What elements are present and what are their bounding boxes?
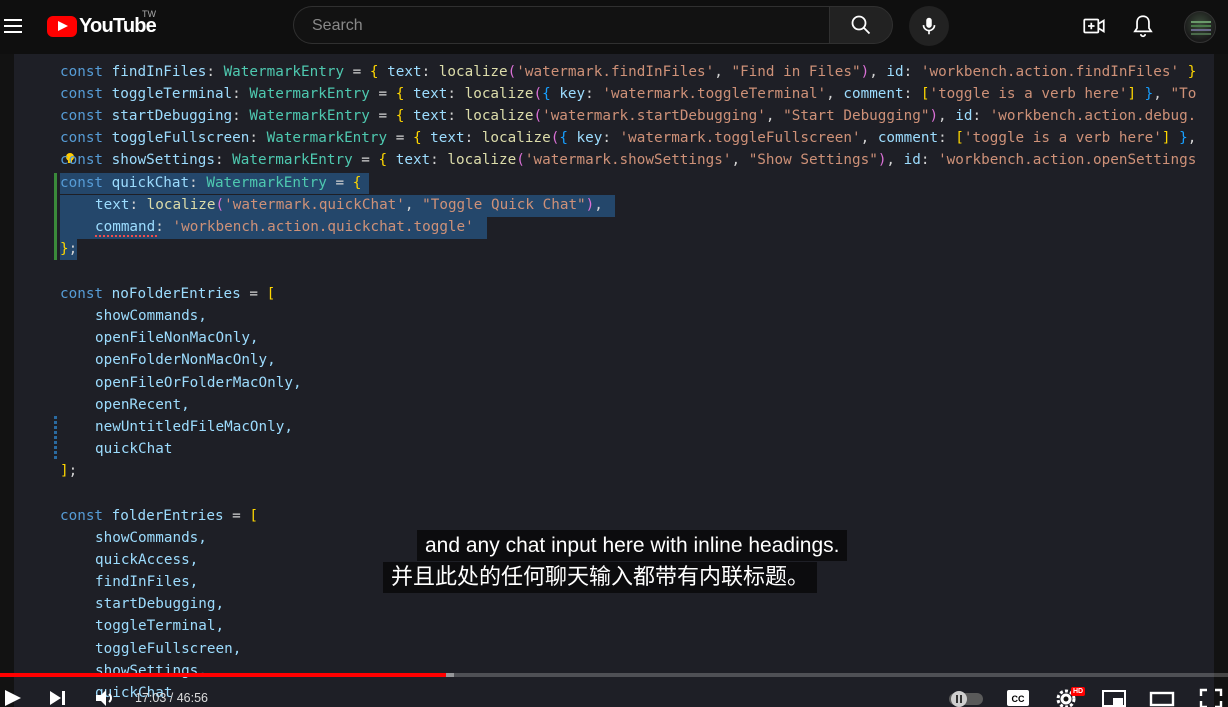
- logo-region-code: TW: [142, 9, 156, 19]
- current-time: 17:03: [135, 691, 167, 705]
- code-line: const quickChat: WatermarkEntry = {: [60, 175, 362, 191]
- play-icon[interactable]: [2, 686, 24, 707]
- caption-english: and any chat input here with inline head…: [417, 530, 848, 561]
- theater-mode-icon[interactable]: [1149, 686, 1175, 707]
- code-line: const toggleTerminal: WatermarkEntry = {…: [60, 86, 1197, 102]
- code-line: openRecent,: [95, 397, 190, 413]
- code-line: quickChat: [95, 441, 173, 457]
- code-line: openFileNonMacOnly,: [95, 330, 259, 346]
- youtube-logo[interactable]: YouTube: [47, 13, 157, 39]
- create-button[interactable]: [1081, 13, 1107, 39]
- code-line: toggleFullscreen,: [95, 641, 242, 657]
- next-icon[interactable]: [48, 686, 68, 707]
- voice-search-button[interactable]: [909, 6, 949, 46]
- search-icon: [851, 15, 871, 35]
- notifications-button[interactable]: [1130, 13, 1156, 39]
- code-line: quickAccess,: [95, 552, 199, 568]
- code-line: showSettings,: [95, 663, 207, 679]
- code-line: };: [60, 241, 78, 257]
- progress-bar[interactable]: [0, 673, 1228, 677]
- search-input[interactable]: [310, 16, 814, 36]
- time-display: 17:03 / 46:56: [135, 691, 208, 705]
- code-line: const showSettings: WatermarkEntry = { t…: [60, 152, 1197, 168]
- avatar[interactable]: [1184, 11, 1216, 43]
- code-line: startDebugging,: [95, 596, 225, 612]
- code-line: openFolderNonMacOnly,: [95, 352, 276, 368]
- autoplay-toggle[interactable]: [948, 686, 984, 707]
- subtitles-icon[interactable]: CC: [1006, 686, 1030, 707]
- progress-played: [0, 673, 446, 677]
- code-line: const toggleFullscreen: WatermarkEntry =…: [60, 130, 1197, 146]
- caption-chinese: 并且此处的任何聊天输入都带有内联标题。: [383, 562, 818, 593]
- code-line: openFileOrFolderMacOnly,: [95, 375, 302, 391]
- bell-icon: [1133, 15, 1153, 38]
- search-box: [293, 6, 829, 44]
- code-line: newUntitledFileMacOnly,: [95, 419, 293, 435]
- code-line: showCommands,: [95, 308, 207, 324]
- hd-badge: HD: [1071, 687, 1086, 696]
- youtube-play-icon: [47, 15, 77, 37]
- microphone-icon: [922, 17, 936, 35]
- search-button[interactable]: [829, 6, 893, 44]
- code-line: text: localize('watermark.quickChat', "T…: [95, 197, 603, 213]
- volume-icon[interactable]: [94, 686, 118, 707]
- code-content: const findInFiles: WatermarkEntry = { te…: [0, 54, 1228, 707]
- code-line: ];: [60, 463, 78, 479]
- code-line: showCommands,: [95, 530, 207, 546]
- code-line: const findInFiles: WatermarkEntry = { te…: [60, 64, 1197, 80]
- svg-text:CC: CC: [1012, 694, 1025, 704]
- video-player[interactable]: const findInFiles: WatermarkEntry = { te…: [0, 54, 1228, 707]
- masthead: YouTube TW: [0, 0, 1228, 54]
- video-add-icon: [1083, 18, 1105, 34]
- code-line: findInFiles,: [95, 574, 199, 590]
- code-line: const startDebugging: WatermarkEntry = {…: [60, 108, 1197, 124]
- code-line: const folderEntries = [: [60, 508, 258, 524]
- fullscreen-icon[interactable]: [1198, 686, 1224, 707]
- menu-icon[interactable]: [2, 15, 24, 37]
- total-time: 46:56: [176, 691, 208, 705]
- code-line: command: 'workbench.action.quickchat.tog…: [95, 219, 474, 235]
- code-line: toggleTerminal,: [95, 618, 225, 634]
- code-line: const noFolderEntries = [: [60, 286, 276, 302]
- miniplayer-icon[interactable]: [1101, 686, 1127, 707]
